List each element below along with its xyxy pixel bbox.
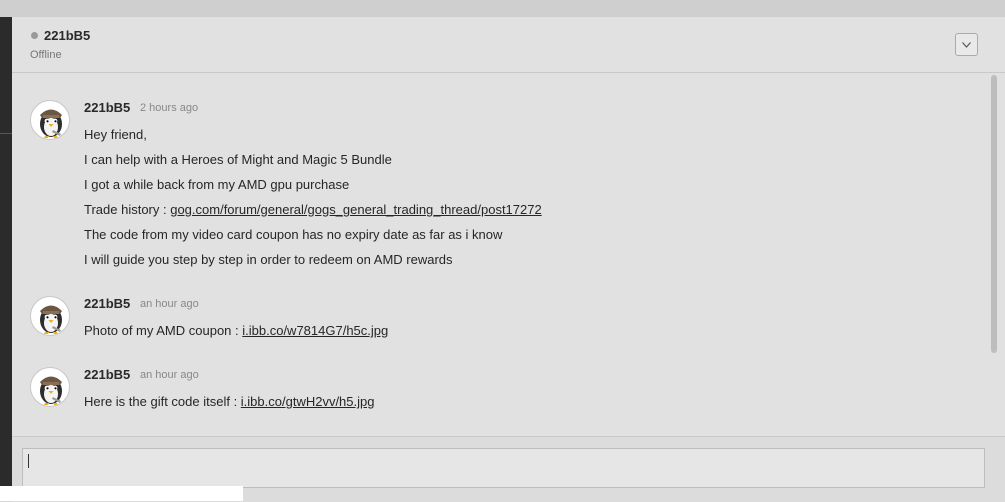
message-body: Photo of my AMD coupon : i.ibb.co/w7814G… [84,323,388,348]
message-text: Here is the gift code itself : [84,394,241,409]
scrollbar[interactable] [987,73,1001,435]
message-body: Here is the gift code itself : i.ibb.co/… [84,394,374,419]
penguin-avatar-icon [40,376,62,405]
message-timestamp: an hour ago [140,298,199,310]
penguin-avatar-icon [40,305,62,334]
user-avatar[interactable] [30,296,70,336]
chat-panel: 221bB5 Offline 221bB5 2 hours ago Hey frie… [12,17,1005,502]
message-link[interactable]: gog.com/forum/general/gogs_general_tradi… [170,202,541,217]
message-text: I got a while back from my AMD gpu purch… [84,177,350,192]
message-text: Trade history : [84,202,171,217]
scrollbar-thumb[interactable] [991,75,997,353]
message-text: I can help with a Heroes of Might and Ma… [84,152,392,167]
bottom-tab [0,486,243,501]
user-avatar[interactable] [30,367,70,407]
message-line: Photo of my AMD coupon : i.ibb.co/w7814G… [84,323,388,348]
contact-status: Offline [30,49,62,61]
sidebar-divider [0,133,12,134]
top-strip [0,0,1005,17]
status-dot-icon [31,32,38,39]
message-text: I will guide you step by step in order t… [84,252,453,267]
message-timestamp: 2 hours ago [140,102,199,114]
message-text: Hey friend, [84,127,147,142]
message-body: Hey friend, I can help with a Heroes of M… [84,127,542,277]
message-line: I will guide you step by step in order t… [84,252,542,277]
message-list[interactable]: 221bB5 2 hours ago Hey friend, I can help w… [12,73,987,435]
collapse-button[interactable] [955,33,978,56]
message-input[interactable] [22,448,985,488]
message-line: Hey friend, [84,127,542,152]
message-line: Trade history : gog.com/forum/general/go… [84,202,542,227]
message-text: Photo of my AMD coupon : [84,323,243,338]
message-line: Here is the gift code itself : i.ibb.co/… [84,394,374,419]
message-link[interactable]: i.ibb.co/gtwH2vv/h5.jpg [241,394,375,409]
message-link[interactable]: i.ibb.co/w7814G7/h5c.jpg [242,323,388,338]
chat-header: 221bB5 Offline [12,17,1005,73]
message-timestamp: an hour ago [140,369,199,381]
left-sidebar [0,17,12,501]
message-line: The code from my video card coupon has n… [84,227,542,252]
text-caret [28,454,29,468]
chevron-down-icon [962,41,971,48]
message-line: I can help with a Heroes of Might and Ma… [84,152,542,177]
message-text: The code from my video card coupon has n… [84,227,503,242]
contact-name: 221bB5 [44,28,91,43]
message-author[interactable]: 221bB5 [84,296,130,311]
user-avatar[interactable] [30,100,70,140]
message-author[interactable]: 221bB5 [84,367,130,382]
penguin-avatar-icon [40,109,62,138]
message-author[interactable]: 221bB5 [84,100,130,115]
message-line: I got a while back from my AMD gpu purch… [84,177,542,202]
